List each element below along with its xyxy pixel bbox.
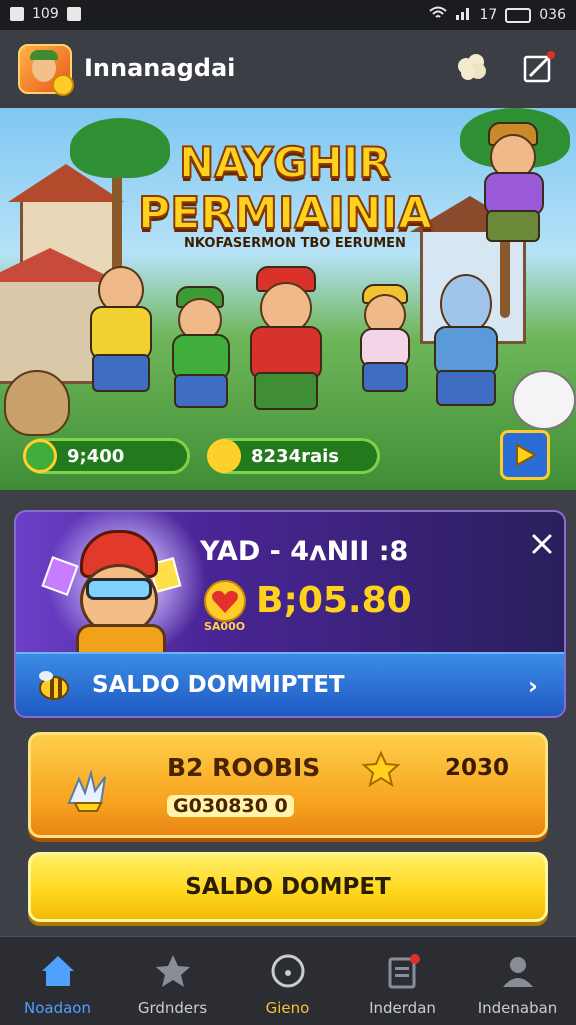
nav-item-inderdan[interactable]: Inderdan <box>345 937 460 1025</box>
promo-amount: B;05.80 <box>256 580 412 621</box>
game-icon <box>271 954 305 988</box>
play-button[interactable] <box>500 430 550 480</box>
wifi-icon <box>429 6 448 24</box>
app-title: Innanagdai <box>84 54 236 82</box>
wallet-balance-button[interactable]: SALDO DOMPET <box>28 852 548 922</box>
nav-item-indenaban[interactable]: Indenaban <box>460 937 575 1025</box>
chevron-right-icon: › <box>528 672 538 700</box>
app-notification-icon <box>66 7 81 21</box>
signal-icon <box>455 6 471 24</box>
coin-icon <box>23 439 57 473</box>
dog-icon <box>4 370 70 436</box>
notification-icon <box>10 7 24 21</box>
banner-subtitle: NKOFASERMON TBO EERUMEN <box>184 236 406 251</box>
status-bar: 109 17 036 <box>0 0 576 30</box>
home-icon <box>42 956 74 986</box>
claw-icon <box>61 763 115 813</box>
character-jumping <box>470 122 560 252</box>
promo-card[interactable]: YAD - 4ʌNII :8 SA00O B;05.80 SALDO DOMMI… <box>14 510 566 718</box>
wallet-label: SALDO DOMMIPTET <box>92 672 345 698</box>
mascot-glasses <box>86 578 152 600</box>
heart-icon <box>202 580 248 622</box>
reward-card[interactable]: B2 ROOBIS 2030 G030830 0 <box>28 732 548 838</box>
cow-icon <box>207 439 241 473</box>
wallet-bar[interactable]: SALDO DOMMIPTET › <box>16 652 564 716</box>
reward-year: 2030 <box>445 755 510 781</box>
pill-balance-left[interactable]: 9;400 <box>23 438 190 474</box>
edit-icon[interactable] <box>522 50 555 83</box>
nav-item-grdnders[interactable]: Grdnders <box>115 937 230 1025</box>
character-green <box>164 286 234 416</box>
bee-icon <box>34 668 74 704</box>
app-logo[interactable] <box>18 44 74 96</box>
battery-icon <box>505 7 532 23</box>
reward-subtitle: G030830 0 <box>167 795 294 817</box>
nav-item-home[interactable]: Noadaon <box>0 937 115 1025</box>
pill-balance-right[interactable]: 8234rais <box>207 438 380 474</box>
close-icon[interactable] <box>528 530 556 558</box>
character-blue <box>420 274 510 424</box>
banner-title-line1: NAYGHIR <box>178 137 392 188</box>
status-extra: 17 <box>479 7 498 23</box>
star-icon <box>156 955 190 987</box>
star-icon <box>361 750 401 788</box>
character-pink <box>350 284 416 404</box>
nav-item-gieno[interactable]: Gieno <box>230 937 345 1025</box>
promo-title: YAD - 4ʌNII :8 <box>200 536 409 567</box>
bear-icon <box>512 370 576 430</box>
popcorn-icon[interactable] <box>456 52 486 80</box>
banner-title-line2: PERMIAINIA <box>137 187 433 240</box>
heart-caption: SA00O <box>204 620 246 633</box>
character-yellow <box>80 266 160 416</box>
status-time: 109 <box>32 6 59 22</box>
profile-icon <box>503 957 533 987</box>
inbox-icon <box>388 954 420 989</box>
reward-title: B2 ROOBIS <box>167 753 321 782</box>
battery-text: 036 <box>539 7 566 23</box>
bottom-nav: Noadaon Grdnders Gieno Inderdan Indenaba… <box>0 936 576 1025</box>
character-red <box>236 266 332 426</box>
app-header: Innanagdai <box>0 30 576 108</box>
hero-banner[interactable]: NAYGHIR PERMIAINIA NKOFASERMON TBO EERUM… <box>0 108 576 490</box>
